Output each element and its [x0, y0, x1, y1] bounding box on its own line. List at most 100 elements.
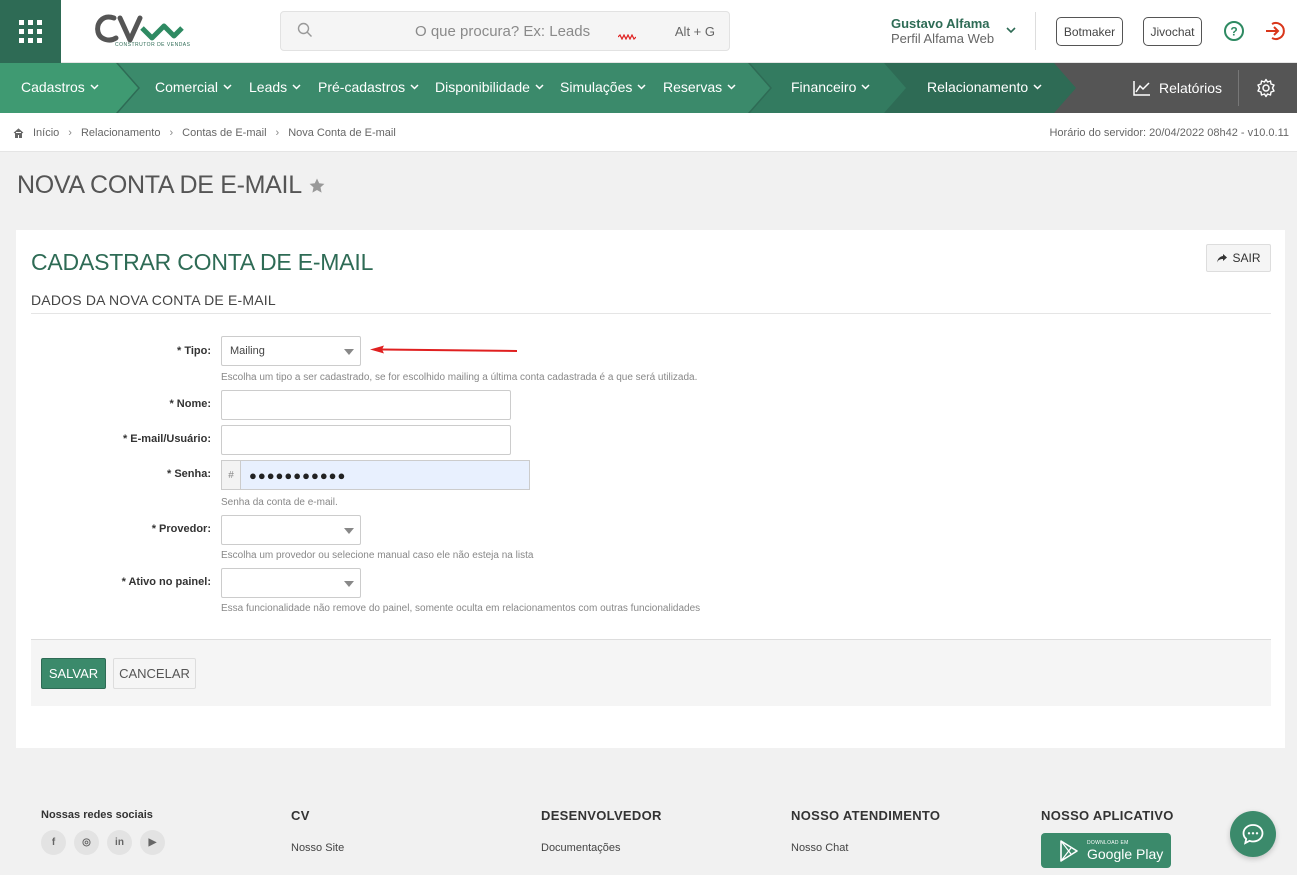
nav-item-relacionamento[interactable]: Relacionamento — [927, 79, 1042, 95]
tipo-value: Mailing — [230, 345, 265, 357]
user-name[interactable]: Gustavo Alfama — [891, 16, 990, 31]
reports-link[interactable]: Relatórios — [1133, 63, 1222, 113]
chevron-down-icon — [535, 84, 544, 90]
divider — [1035, 12, 1036, 50]
page-title: NOVA CONTA DE E-MAIL — [17, 171, 326, 200]
reports-label: Relatórios — [1159, 80, 1223, 96]
search-icon — [297, 22, 312, 37]
nav-label: Disponibilidade — [435, 79, 530, 95]
ativo-label: * Ativo no painel: — [121, 576, 211, 588]
linkedin-icon[interactable]: in — [107, 830, 132, 855]
chevron-right-icon: › — [68, 127, 72, 139]
nav-label: Comercial — [155, 79, 219, 95]
botmaker-button[interactable]: Botmaker — [1056, 17, 1123, 46]
footer-link-chat[interactable]: Nosso Chat — [791, 842, 848, 854]
nav-item-financeiro[interactable]: Financeiro — [791, 79, 870, 95]
cancel-button[interactable]: CANCELAR — [113, 658, 196, 689]
chevron-down-icon[interactable] — [1006, 26, 1016, 34]
help-icon[interactable]: ? — [1223, 20, 1245, 42]
tipo-help: Escolha um tipo a ser cadastrado, se for… — [221, 372, 698, 383]
form-card: CADASTRAR CONTA DE E-MAIL SAIR DADOS DA … — [16, 230, 1285, 748]
footer-title-support: NOSSO ATENDIMENTO — [791, 808, 941, 823]
youtube-icon[interactable]: ▶ — [140, 830, 165, 855]
chevron-down-icon — [90, 84, 99, 90]
breadcrumb-home[interactable]: Início — [33, 127, 59, 139]
email-input[interactable] — [221, 425, 511, 455]
nome-input[interactable] — [221, 390, 511, 420]
apps-menu-button[interactable] — [0, 0, 61, 63]
ativo-help: Essa funcionalidade não remove do painel… — [221, 603, 701, 614]
social-title: Nossas redes sociais — [41, 809, 153, 821]
nav-item-reservas[interactable]: Reservas — [663, 79, 736, 95]
google-play-icon — [1060, 839, 1078, 862]
home-icon — [13, 128, 24, 138]
nav-item-pre-cadastros[interactable]: Pré-cadastros — [318, 79, 419, 95]
gear-icon — [1257, 78, 1275, 98]
nav-item-disponibilidade[interactable]: Disponibilidade — [435, 79, 544, 95]
footer-title-dev: DESENVOLVEDOR — [541, 808, 662, 823]
search-shortcut: Alt + G — [674, 24, 715, 39]
breadcrumb-contas-email[interactable]: Contas de E-mail — [182, 127, 266, 139]
svg-text:?: ? — [1230, 25, 1237, 39]
senha-input[interactable]: ●●●●●●●●●●● — [240, 460, 530, 490]
nav-label: Financeiro — [791, 79, 857, 95]
main-nav: Cadastros Comercial Leads Pré-cadastros … — [0, 63, 1297, 113]
provedor-select[interactable] — [221, 515, 361, 545]
chevron-down-icon — [410, 84, 419, 90]
provedor-label: * Provedor: — [151, 523, 211, 535]
senha-label: * Senha: — [166, 468, 211, 480]
senha-addon: # — [221, 460, 240, 490]
search-placeholder: O que procura? Ex: Leads — [415, 23, 591, 40]
instagram-icon[interactable]: ◎ — [74, 830, 99, 855]
nav-item-simulacoes[interactable]: Simulações — [560, 79, 646, 95]
nav-item-cadastros[interactable]: Cadastros — [21, 79, 99, 95]
section-title: DADOS DA NOVA CONTA DE E-MAIL — [31, 292, 276, 308]
server-time: Horário do servidor: 20/04/2022 08h42 - … — [1049, 127, 1289, 139]
settings-button[interactable] — [1256, 63, 1276, 113]
card-title: CADASTRAR CONTA DE E-MAIL — [31, 249, 374, 275]
provedor-help: Escolha um provedor ou selecione manual … — [221, 550, 534, 561]
top-header: CONSTRUTOR DE VENDAS O que procura? Ex: … — [0, 0, 1297, 63]
footer-link-docs[interactable]: Documentações — [541, 842, 621, 854]
chevron-down-icon — [861, 84, 870, 90]
chat-bubble-icon — [1242, 824, 1264, 845]
footer-link-site[interactable]: Nosso Site — [291, 842, 344, 854]
chat-fab-button[interactable] — [1230, 811, 1276, 857]
nav-label: Cadastros — [21, 79, 85, 95]
facebook-icon[interactable]: f — [41, 830, 66, 855]
nav-item-comercial[interactable]: Comercial — [155, 79, 232, 95]
caret-down-icon — [344, 581, 354, 587]
chevron-down-icon — [637, 84, 646, 90]
chevron-down-icon — [292, 84, 301, 90]
star-icon[interactable] — [308, 177, 326, 195]
breadcrumb: Início › Relacionamento › Contas de E-ma… — [13, 127, 396, 139]
nav-label: Pré-cadastros — [318, 79, 406, 95]
share-arrow-icon — [1217, 254, 1228, 263]
senha-help: Senha da conta de e-mail. — [221, 497, 338, 508]
jivochat-button[interactable]: Jivochat — [1143, 17, 1202, 46]
google-play-badge[interactable]: DOWNLOAD EM Google Play — [1041, 833, 1171, 868]
global-search[interactable]: O que procura? Ex: Leads Alt + G — [280, 11, 730, 51]
chevron-down-icon — [223, 84, 232, 90]
breadcrumb-relacionamento[interactable]: Relacionamento — [81, 127, 161, 139]
breadcrumb-bar: Início › Relacionamento › Contas de E-ma… — [0, 113, 1297, 152]
logout-icon[interactable] — [1264, 20, 1286, 42]
nav-label: Leads — [249, 79, 288, 95]
nav-item-leads[interactable]: Leads — [249, 79, 301, 95]
ativo-select[interactable] — [221, 568, 361, 598]
exit-button[interactable]: SAIR — [1206, 244, 1271, 272]
save-button[interactable]: SALVAR — [41, 658, 106, 689]
nav-label: Relacionamento — [927, 79, 1029, 95]
breadcrumb-current: Nova Conta de E-mail — [288, 127, 396, 139]
gplay-big-text: Google Play — [1087, 845, 1164, 862]
form-actions: SALVAR CANCELAR — [31, 639, 1271, 706]
chart-line-icon — [1133, 81, 1150, 96]
caret-down-icon — [344, 528, 354, 534]
tipo-select[interactable]: Mailing — [221, 336, 361, 366]
nav-label: Simulações — [560, 79, 633, 95]
chevron-right-icon: › — [169, 127, 174, 139]
red-arrow-annotation — [370, 345, 518, 354]
user-profile[interactable]: Perfil Alfama Web — [891, 31, 994, 46]
social-icons: f ◎ in ▶ — [41, 830, 165, 855]
tipo-label: * Tipo: — [176, 345, 211, 357]
